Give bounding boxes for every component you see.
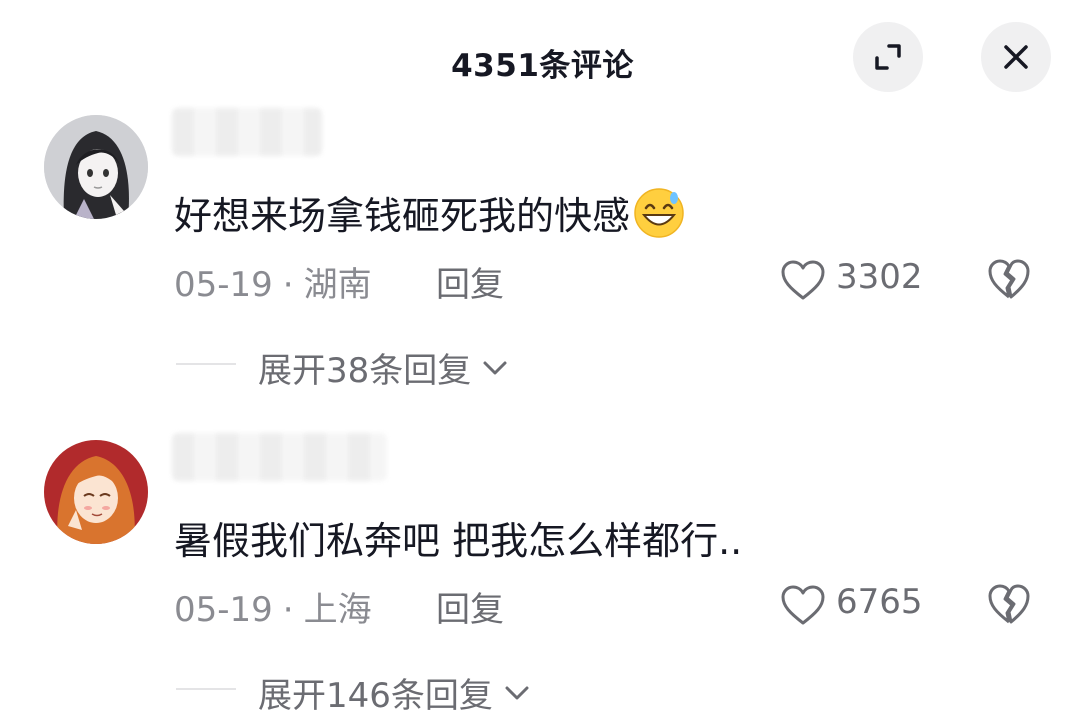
- meta-separator: ·: [282, 265, 294, 305]
- avatar[interactable]: [44, 115, 148, 219]
- chevron-down-icon: [483, 361, 507, 374]
- expand-replies-button[interactable]: 展开38条回复: [258, 343, 509, 392]
- reply-button[interactable]: 回复: [436, 257, 504, 306]
- broken-heart-icon[interactable]: [987, 257, 1031, 301]
- username-blurred[interactable]: [172, 433, 387, 481]
- expand-panel-button[interactable]: [853, 22, 923, 92]
- expand-replies-label: 展开146条回复: [258, 676, 493, 716]
- close-icon: [1004, 45, 1028, 69]
- like-count: 3302: [836, 257, 923, 297]
- meta-separator: ·: [282, 590, 294, 630]
- comment-meta: 05-19 · 湖南: [174, 257, 372, 306]
- username-blurred[interactable]: [172, 108, 322, 156]
- comment-location: 上海: [303, 590, 372, 630]
- comment-text-row: 好想来场拿钱砸死我的快感: [174, 185, 686, 240]
- grinning-sweat-emoji-icon: [634, 187, 684, 238]
- reply-button[interactable]: 回复: [436, 582, 504, 631]
- comment-text-row: 暑假我们私奔吧 把我怎么样都行..: [174, 510, 742, 565]
- comment-item: 好想来场拿钱砸死我的快感 05-19 · 湖南 回复 3302 展开38条回复: [0, 95, 1085, 415]
- like-count: 6765: [836, 582, 923, 622]
- heart-icon[interactable]: [780, 259, 826, 301]
- comment-text: 好想来场拿钱砸死我的快感: [174, 194, 631, 238]
- close-button[interactable]: [981, 22, 1051, 92]
- expand-icon: [875, 44, 901, 70]
- expand-replies-label: 展开38条回复: [258, 351, 472, 391]
- expand-replies-button[interactable]: 展开146条回复: [258, 668, 531, 717]
- comment-item: 暑假我们私奔吧 把我怎么样都行.. 05-19 · 上海 回复 6765 展开146…: [0, 420, 1085, 723]
- comment-meta: 05-19 · 上海: [174, 582, 372, 631]
- comment-text: 暑假我们私奔吧 把我怎么样都行..: [174, 519, 743, 563]
- divider: [176, 363, 236, 365]
- heart-icon[interactable]: [780, 584, 826, 626]
- comment-location: 湖南: [303, 265, 372, 305]
- comment-date: 05-19: [174, 265, 273, 305]
- comment-date: 05-19: [174, 590, 273, 630]
- chevron-down-icon: [505, 686, 529, 699]
- divider: [176, 688, 236, 690]
- broken-heart-icon[interactable]: [987, 582, 1031, 626]
- avatar[interactable]: [44, 440, 148, 544]
